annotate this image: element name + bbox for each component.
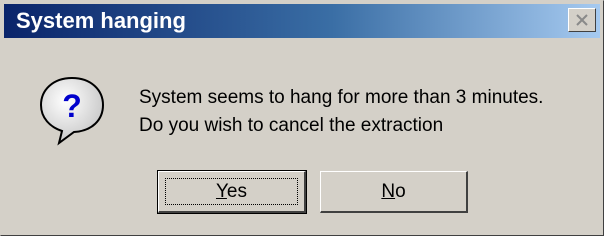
system-hanging-dialog: System hanging ? System seems to hang fo… — [0, 0, 604, 236]
focus-rectangle — [165, 178, 298, 205]
message-line-1: System seems to hang for more than 3 min… — [139, 87, 544, 108]
no-button-label: No — [381, 180, 406, 202]
dialog-message: System seems to hang for more than 3 min… — [139, 84, 543, 140]
title-bar[interactable]: System hanging — [4, 4, 600, 38]
close-icon — [576, 14, 588, 26]
close-button[interactable] — [568, 8, 596, 32]
svg-text:?: ? — [62, 88, 82, 124]
yes-button[interactable]: Yes — [157, 170, 307, 214]
question-icon: ? — [37, 75, 107, 152]
dialog-title: System hanging — [16, 8, 186, 33]
message-line-2: Do you wish to cancel the extraction — [139, 115, 444, 136]
no-button[interactable]: No — [320, 171, 468, 213]
